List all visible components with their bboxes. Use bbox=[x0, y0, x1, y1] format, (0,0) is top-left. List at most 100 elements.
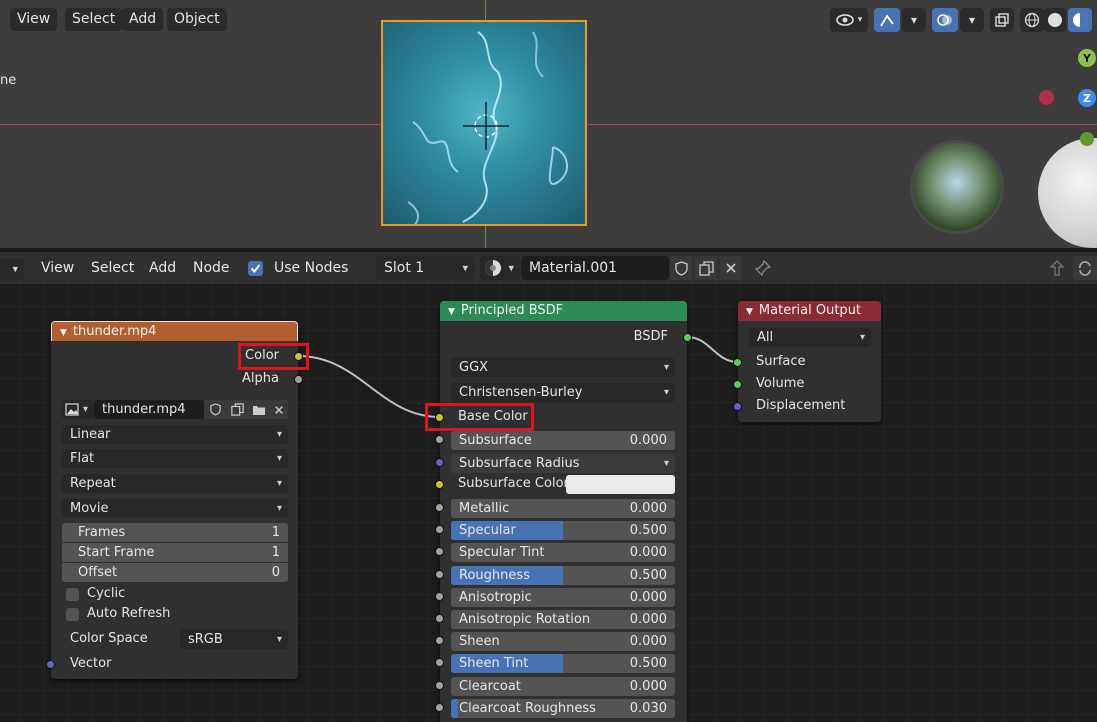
visibility-icon[interactable]: ▾ bbox=[830, 8, 868, 32]
input-socket-roughness[interactable] bbox=[435, 569, 444, 579]
xray-toggle-icon[interactable] bbox=[990, 8, 1014, 32]
gizmo-y-axis[interactable]: Y bbox=[1078, 49, 1096, 67]
node-menu-select[interactable]: Select bbox=[91, 252, 134, 284]
output-bsdf-socket[interactable] bbox=[683, 333, 692, 342]
image-browse-dropdown[interactable]: ▾ bbox=[62, 400, 94, 419]
param-field-sheen-tint[interactable]: Sheen Tint 0.500 bbox=[451, 654, 675, 674]
extension-dropdown[interactable]: Repeat ▾ bbox=[62, 474, 288, 493]
auto-refresh-checkbox[interactable] bbox=[66, 608, 79, 621]
gizmo-neg-y-axis[interactable] bbox=[1080, 132, 1094, 146]
editor-type-dropdown[interactable]: ▾ bbox=[0, 258, 24, 280]
image-fake-user-shield-icon[interactable] bbox=[204, 400, 226, 419]
subsurface-radius-dropdown[interactable]: Subsurface Radius ▾ bbox=[451, 454, 675, 473]
distribution-dropdown[interactable]: GGX ▾ bbox=[451, 358, 675, 377]
start-frame-field[interactable]: Start Frame 1 bbox=[62, 543, 288, 562]
input-vector-socket[interactable] bbox=[46, 660, 55, 669]
input-displacement-socket[interactable] bbox=[733, 402, 742, 411]
interpolation-dropdown[interactable]: Linear ▾ bbox=[62, 425, 288, 444]
viewport-menu-select[interactable]: Select bbox=[65, 8, 123, 31]
pin-icon[interactable] bbox=[752, 256, 774, 280]
principled-bsdf-node[interactable]: ▼ Principled BSDF BSDF GGX ▾ Christensen-B… bbox=[435, 301, 692, 722]
open-folder-icon[interactable] bbox=[248, 400, 270, 419]
output-alpha-socket[interactable] bbox=[294, 375, 303, 384]
bsdf-node-header[interactable]: ▼ Principled BSDF bbox=[440, 301, 687, 321]
subsurface-field[interactable]: Subsurface 0.000 bbox=[451, 431, 675, 450]
param-field-specular-tint[interactable]: Specular Tint 0.000 bbox=[451, 543, 675, 563]
input-socket-sheen[interactable] bbox=[435, 636, 444, 646]
material-preview-shading-icon[interactable] bbox=[1068, 8, 1092, 32]
subsurface-color-swatch[interactable] bbox=[566, 475, 675, 494]
input-socket-specular-tint[interactable] bbox=[435, 547, 444, 557]
param-field-clearcoat-roughness[interactable]: Clearcoat Roughness 0.030 bbox=[451, 698, 675, 718]
solid-shading-icon[interactable] bbox=[1044, 8, 1066, 32]
unlink-material-close-icon[interactable] bbox=[720, 256, 742, 280]
collapse-triangle-icon[interactable]: ▼ bbox=[746, 307, 753, 317]
input-surface-socket[interactable] bbox=[733, 358, 742, 367]
frames-field[interactable]: Frames 1 bbox=[62, 523, 288, 542]
source-dropdown[interactable]: Movie ▾ bbox=[62, 499, 288, 518]
collapse-triangle-icon[interactable]: ▼ bbox=[60, 328, 67, 338]
input-subsurface-color-socket[interactable] bbox=[435, 480, 444, 489]
gizmo-neg-x-axis[interactable] bbox=[1039, 90, 1054, 105]
node-menu-add[interactable]: Add bbox=[149, 252, 176, 284]
input-subsurface-radius-socket[interactable] bbox=[435, 458, 444, 467]
param-value: 0.000 bbox=[629, 589, 667, 605]
wireframe-shading-icon[interactable] bbox=[1020, 8, 1044, 32]
input-socket-metallic[interactable] bbox=[435, 503, 444, 512]
param-label: Metallic bbox=[459, 501, 510, 516]
sync-refresh-icon[interactable] bbox=[1073, 256, 1097, 280]
duplicate-material-icon[interactable] bbox=[695, 256, 717, 280]
3d-viewport[interactable]: View Select Add Object ne ▾ ▾ ▾ Y Z bbox=[0, 0, 1097, 248]
param-field-metallic[interactable]: Metallic 0.000 bbox=[451, 499, 675, 518]
parent-node-tree-icon[interactable] bbox=[1046, 256, 1068, 280]
viewport-menu-object[interactable]: Object bbox=[167, 8, 227, 31]
color-space-dropdown[interactable]: sRGB ▾ bbox=[180, 630, 288, 649]
param-field-roughness[interactable]: Roughness 0.500 bbox=[451, 565, 675, 585]
gizmo-z-axis[interactable]: Z bbox=[1078, 89, 1096, 107]
input-socket-clearcoat-roughness[interactable] bbox=[435, 702, 444, 712]
output-node-title: Material Output bbox=[758, 303, 862, 318]
param-field-clearcoat[interactable]: Clearcoat 0.000 bbox=[451, 676, 675, 696]
gizmo-toggle-icon[interactable] bbox=[874, 8, 900, 32]
material-output-node[interactable]: ▼ Material Output All ▾ Surface Volume Dis… bbox=[733, 301, 881, 422]
use-nodes-checkbox[interactable] bbox=[248, 261, 263, 276]
image-duplicate-icon[interactable] bbox=[226, 400, 248, 419]
bsdf-node-title: Principled BSDF bbox=[460, 303, 564, 318]
output-node-header[interactable]: ▼ Material Output bbox=[738, 301, 881, 321]
overlays-dropdown-icon[interactable]: ▾ bbox=[960, 8, 984, 32]
render-target-dropdown[interactable]: All ▾ bbox=[749, 328, 871, 347]
param-field-sheen[interactable]: Sheen 0.000 bbox=[451, 632, 675, 652]
param-field-anisotropic-rotation[interactable]: Anisotropic Rotation 0.000 bbox=[451, 610, 675, 629]
projection-dropdown[interactable]: Flat ▾ bbox=[62, 449, 288, 468]
viewport-menu-add[interactable]: Add bbox=[122, 8, 164, 31]
material-name-field[interactable]: Material.001 bbox=[521, 256, 669, 280]
image-name-field[interactable]: thunder.mp4 bbox=[94, 400, 204, 419]
input-socket-clearcoat[interactable] bbox=[435, 680, 444, 690]
image-texture-node[interactable]: ▼ thunder.mp4 Color Alpha ▾ thunder.mp4 L… bbox=[46, 321, 303, 679]
offset-field[interactable]: Offset 0 bbox=[62, 563, 288, 582]
thunder-video-plane[interactable] bbox=[381, 20, 587, 226]
input-volume-socket[interactable] bbox=[733, 380, 742, 389]
unlink-image-close-icon[interactable] bbox=[270, 400, 288, 419]
input-socket-specular[interactable] bbox=[435, 525, 444, 535]
node-canvas[interactable]: ▼ thunder.mp4 Color Alpha ▾ thunder.mp4 L… bbox=[0, 284, 1097, 722]
viewport-menu-view[interactable]: View bbox=[10, 8, 58, 31]
param-field-anisotropic[interactable]: Anisotropic 0.000 bbox=[451, 587, 675, 607]
param-field-specular[interactable]: Specular 0.500 bbox=[451, 521, 675, 541]
cyclic-checkbox[interactable] bbox=[66, 588, 79, 601]
input-socket-sheen-tint[interactable] bbox=[435, 658, 444, 668]
fake-user-shield-icon[interactable] bbox=[670, 256, 692, 280]
gizmo-dropdown-icon[interactable]: ▾ bbox=[902, 8, 926, 32]
overlays-toggle-icon[interactable] bbox=[932, 8, 958, 32]
input-socket-anisotropic[interactable] bbox=[435, 591, 444, 601]
input-socket-anisotropic-rotation[interactable] bbox=[435, 614, 444, 623]
input-subsurface-socket[interactable] bbox=[435, 435, 444, 444]
slot-dropdown[interactable]: Slot 1 ▾ bbox=[376, 256, 474, 280]
node-menu-view[interactable]: View bbox=[41, 252, 74, 284]
subsurface-method-dropdown[interactable]: Christensen-Burley ▾ bbox=[451, 383, 675, 402]
param-value: 0.500 bbox=[629, 567, 667, 583]
collapse-triangle-icon[interactable]: ▼ bbox=[448, 307, 455, 317]
material-browse-dropdown[interactable]: ▾ bbox=[480, 256, 520, 280]
node-menu-node[interactable]: Node bbox=[193, 252, 230, 284]
image-node-header[interactable]: ▼ thunder.mp4 bbox=[51, 321, 298, 341]
